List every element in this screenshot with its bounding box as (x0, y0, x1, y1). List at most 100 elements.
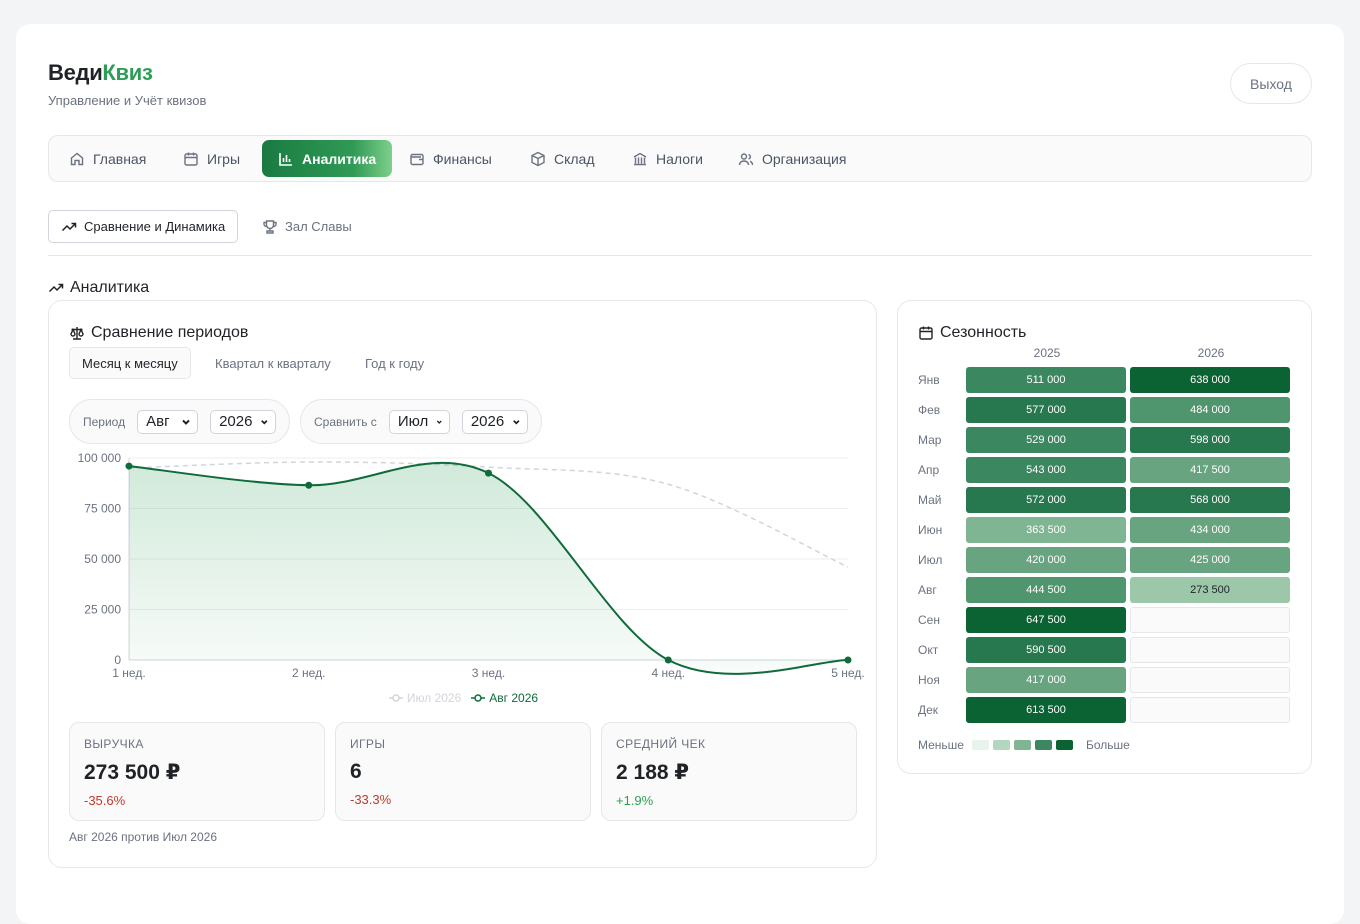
heatmap-cell[interactable]: 590 500 (966, 637, 1126, 663)
chevron-down-icon (437, 420, 442, 424)
x-tick-label: 4 нед. (652, 666, 685, 680)
heatmap-month-label: Ноя (918, 673, 940, 687)
nav-item-taxes[interactable]: Налоги (616, 140, 719, 177)
heatmap-row: Апр 543 000 417 500 (918, 457, 1294, 483)
heatmap-cell[interactable]: 572 000 (966, 487, 1126, 513)
compare-year-select[interactable]: 2026 (461, 409, 528, 434)
heatmap-cell[interactable]: 638 000 (1130, 367, 1290, 393)
heatmap-cell[interactable]: 444 500 (966, 577, 1126, 603)
kpi-value: 6 (350, 760, 362, 783)
tab-compare-dynamics[interactable]: Сравнение и Динамика (48, 210, 239, 243)
period-label: Период (83, 414, 126, 429)
heatmap-cell[interactable] (1130, 607, 1290, 633)
heatmap-row: Ноя 417 000 (918, 667, 1294, 693)
y-tick-label: 100 000 (78, 451, 122, 465)
heatmap-cell[interactable] (1130, 697, 1290, 723)
heatmap-cell[interactable]: 598 000 (1130, 427, 1290, 453)
kpi-value: 2 188 ₽ (616, 761, 689, 784)
heatmap-cell[interactable]: 577 000 (966, 397, 1126, 423)
main-nav: Главная Игры Аналитика Финансы Склад Нал… (48, 135, 1312, 182)
heatmap-cell[interactable]: 529 000 (966, 427, 1126, 453)
heatmap-row: Янв 511 000 638 000 (918, 367, 1294, 393)
y-tick-label: 50 000 (84, 552, 121, 566)
home-icon (70, 152, 84, 165)
legend-item-prev[interactable]: Июл 2026 (388, 691, 461, 705)
heatmap-row: Май 572 000 568 000 (918, 487, 1294, 513)
heatmap-cell[interactable]: 417 000 (966, 667, 1126, 693)
heatmap-month-label: Мар (918, 433, 942, 447)
heatmap-cell[interactable]: 568 000 (1130, 487, 1290, 513)
kpi-label: СРЕДНИЙ ЧЕК (616, 737, 706, 751)
nav-item-warehouse[interactable]: Склад (514, 140, 611, 177)
heatmap-cell[interactable]: 273 500 (1130, 577, 1290, 603)
chevron-down-icon (182, 419, 190, 425)
heatmap-cell[interactable]: 363 500 (966, 517, 1126, 543)
x-tick-label: 5 нед. (831, 666, 864, 680)
heatmap-month-label: Июн (918, 523, 943, 537)
heatmap-cell[interactable]: 420 000 (966, 547, 1126, 573)
data-point (844, 656, 852, 664)
users-icon (738, 152, 754, 165)
comparison-title: Сравнение периодов (69, 324, 248, 342)
nav-item-finance[interactable]: Финансы (393, 140, 508, 177)
bar-chart-icon (279, 152, 292, 166)
nav-item-analytics[interactable]: Аналитика (262, 140, 393, 177)
app-subtitle: Управление и Учёт квизов (48, 93, 207, 108)
heatmap-row: Июл 420 000 425 000 (918, 547, 1294, 573)
heatmap-cell[interactable]: 434 000 (1130, 517, 1290, 543)
heatmap-cell[interactable]: 647 500 (966, 607, 1126, 633)
scale-swatch (1013, 740, 1031, 750)
scale-swatch (1034, 740, 1052, 750)
scale-swatch (971, 740, 989, 750)
heatmap-cell[interactable]: 613 500 (966, 697, 1126, 723)
heatmap-month-label: Сен (918, 613, 940, 627)
tab-quarter-to-quarter[interactable]: Квартал к кварталу (203, 347, 343, 379)
trending-up-icon (61, 222, 77, 231)
period-month-select[interactable]: Авг (137, 409, 199, 434)
heatmap-month-label: Янв (918, 373, 940, 387)
chevron-down-icon (513, 419, 520, 425)
period-comparison-panel: Сравнение периодов Месяц к месяцу Кварта… (48, 300, 877, 868)
chart-legend: Июл 2026 Авг 2026 (49, 691, 878, 705)
kpi-change: +1.9% (616, 793, 654, 808)
nav-item-games[interactable]: Игры (167, 140, 256, 177)
kpi-label: ИГРЫ (350, 737, 386, 751)
period-year-select[interactable]: 2026 (210, 409, 277, 434)
heatmap-cell[interactable] (1130, 667, 1290, 693)
calendar-icon (919, 326, 933, 340)
tab-month-to-month[interactable]: Месяц к месяцу (69, 347, 191, 379)
heatmap-cell[interactable]: 484 000 (1130, 397, 1290, 423)
tab-year-to-year[interactable]: Год к году (353, 347, 436, 379)
year-header-2026: 2026 (1197, 346, 1225, 360)
scale-icon (70, 327, 84, 340)
tab-hall-of-fame[interactable]: Зал Славы (250, 210, 364, 243)
calendar-icon (184, 152, 198, 166)
heatmap-cell[interactable]: 511 000 (966, 367, 1126, 393)
kpi-change: -33.3% (350, 792, 392, 807)
heatmap-month-label: Апр (918, 463, 940, 477)
trending-up-icon (48, 283, 64, 293)
nav-item-organization[interactable]: Организация (722, 140, 862, 177)
heatmap-cell[interactable]: 417 500 (1130, 457, 1290, 483)
heatmap-cell[interactable]: 543 000 (966, 457, 1126, 483)
comparison-footnote: Авг 2026 против Июл 2026 (69, 830, 218, 844)
legend-marker-prev (388, 694, 403, 702)
kpi-average-check: СРЕДНИЙ ЧЕК 2 188 ₽ +1.9% (601, 722, 857, 821)
nav-item-home[interactable]: Главная (53, 140, 162, 177)
wallet-icon (410, 153, 424, 165)
y-tick-label: 0 (114, 653, 121, 667)
analytics-subtabs: Сравнение и Динамика Зал Славы (48, 210, 1312, 256)
kpi-change: -35.6% (84, 793, 126, 808)
heatmap-cell[interactable]: 425 000 (1130, 547, 1290, 573)
legend-item-current[interactable]: Авг 2026 (471, 691, 538, 705)
heatmap-row: Мар 529 000 598 000 (918, 427, 1294, 453)
scale-swatch (1055, 740, 1073, 750)
heatmap-cell[interactable] (1130, 637, 1290, 663)
heatmap-row: Дек 613 500 (918, 697, 1294, 723)
heatmap-month-label: Май (918, 493, 942, 507)
kpi-label: ВЫРУЧКА (84, 737, 144, 751)
logout-button[interactable]: Выход (1230, 63, 1312, 104)
seasonality-panel: Сезонность 2025 2026 Янв 511 000 638 000 Фе… (897, 300, 1312, 774)
compare-month-select[interactable]: Июл (388, 409, 450, 434)
heatmap-month-label: Авг (918, 583, 937, 597)
